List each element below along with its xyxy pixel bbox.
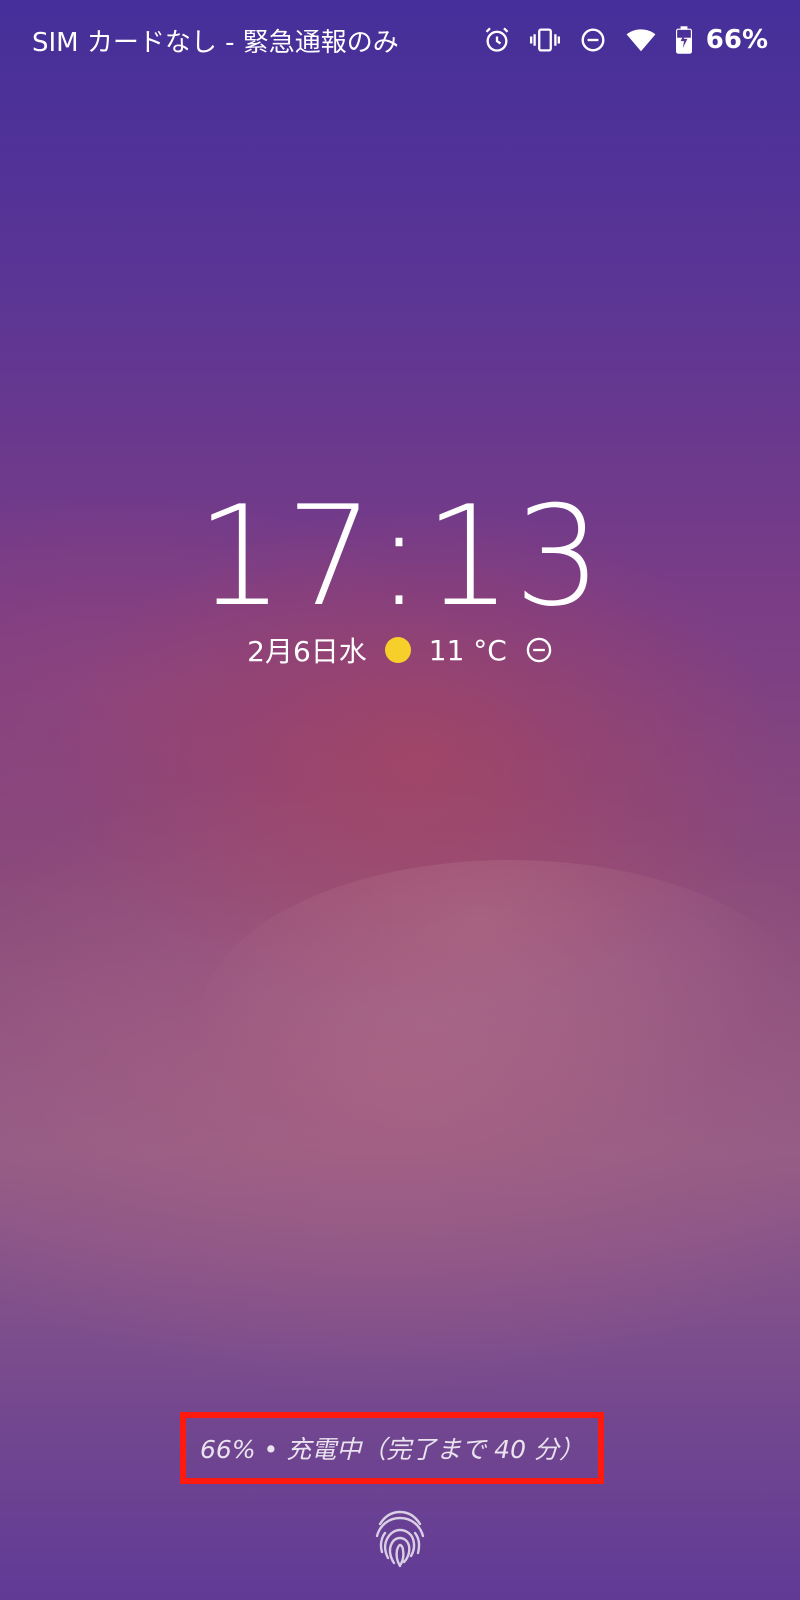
fingerprint-icon[interactable] [372, 1508, 428, 1570]
alarm-icon [482, 25, 512, 55]
vibrate-icon [529, 25, 560, 55]
date-weather-row: 2月6日水 11 °C [0, 630, 800, 670]
status-icons: 66% [482, 25, 768, 55]
charging-status-text: 66% • 充電中（完了まで 40 分） [200, 1435, 584, 1464]
temperature: 11 °C [428, 633, 507, 667]
battery-percent: 66% [705, 25, 768, 55]
dnd-icon [525, 636, 553, 664]
carrier-status-text: SIM カードなし - 緊急通報のみ [32, 27, 399, 58]
dnd-icon [578, 25, 608, 55]
wallpaper [0, 0, 800, 1600]
sun-icon [384, 637, 411, 663]
battery-charging-icon [674, 25, 694, 55]
status-bar: SIM カードなし - 緊急通報のみ 66% [0, 0, 800, 80]
wifi-icon [626, 25, 656, 55]
lockscreen-date: 2月6日水 [247, 635, 367, 668]
lockscreen-clock: 17:13 [196, 476, 604, 637]
charging-status-highlight: 66% • 充電中（完了まで 40 分） [180, 1412, 604, 1484]
